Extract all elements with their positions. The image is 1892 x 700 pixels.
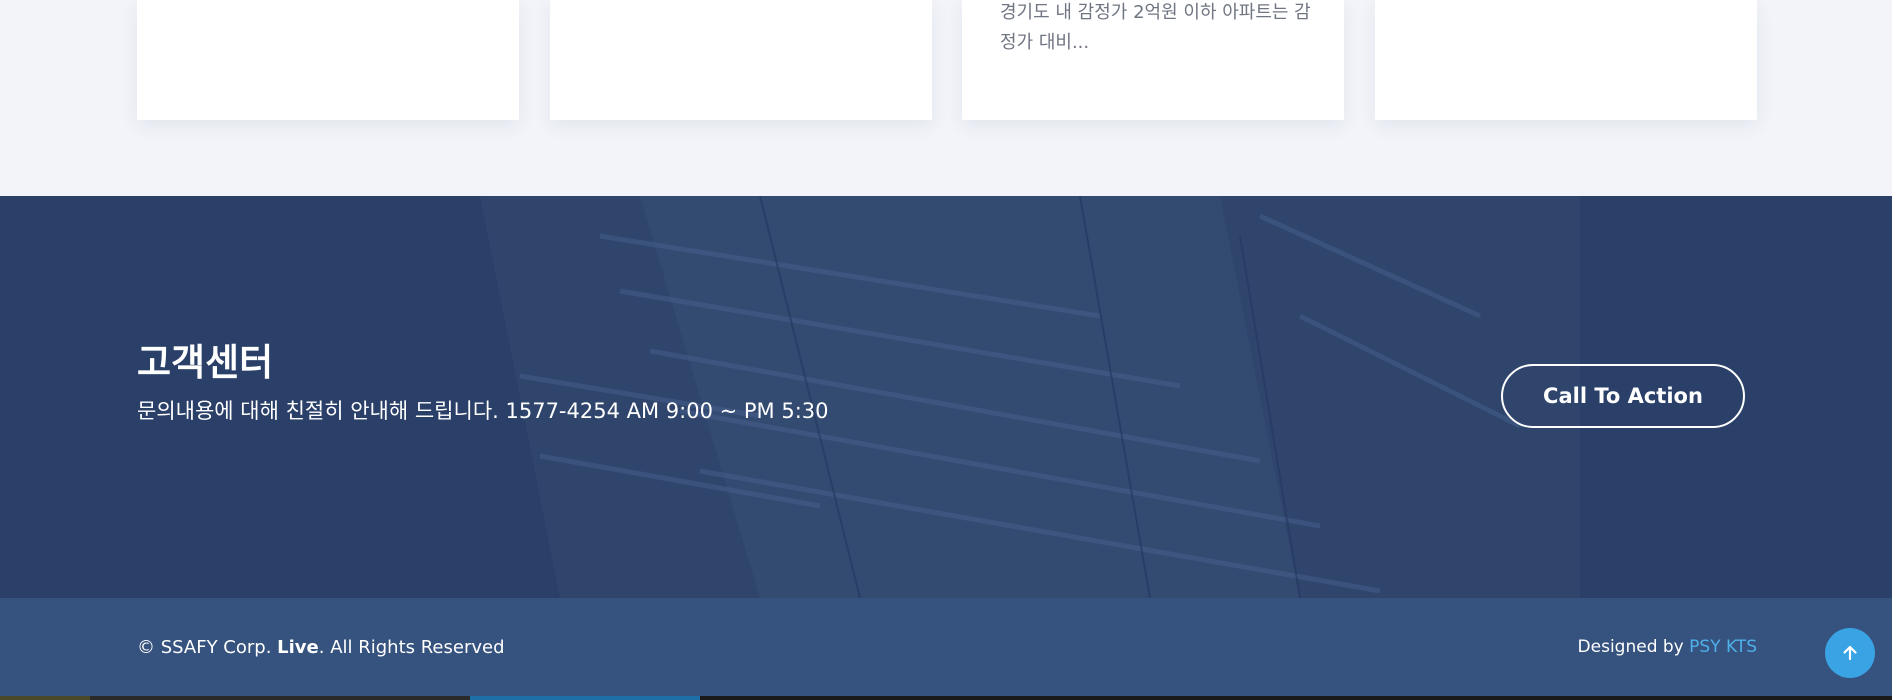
taskbar-strip bbox=[0, 696, 1892, 700]
news-card[interactable] bbox=[1375, 0, 1757, 120]
copyright: © SSAFY Corp. Live. All Rights Reserved bbox=[137, 636, 505, 660]
cta-section: 고객센터 문의내용에 대해 친절히 안내해 드립니다. 1577-4254 AM… bbox=[0, 196, 1892, 598]
copyright-brand: Live bbox=[277, 637, 319, 658]
footer: © SSAFY Corp. Live. All Rights Reserved … bbox=[0, 598, 1892, 700]
copyright-suffix: . All Rights Reserved bbox=[318, 637, 505, 658]
credits: Designed by PSY KTS bbox=[1578, 635, 1757, 659]
call-to-action-button[interactable]: Call To Action bbox=[1501, 364, 1745, 428]
designed-by-label: Designed by bbox=[1577, 637, 1690, 657]
card-excerpt: 경기도 내 감정가 2억원 이하 아파트는 감정가 대비... bbox=[1000, 2, 1311, 53]
designer-link[interactable]: PSY KTS bbox=[1689, 637, 1757, 657]
news-card[interactable]: 경기도 내 감정가 2억원 이하 아파트는 감정가 대비... bbox=[962, 0, 1344, 120]
news-cards-section: 경기도 내 감정가 2억원 이하 아파트는 감정가 대비... bbox=[0, 0, 1892, 196]
back-to-top-button[interactable] bbox=[1825, 628, 1875, 678]
copyright-prefix: © SSAFY Corp. bbox=[137, 637, 278, 658]
news-card[interactable] bbox=[550, 0, 932, 120]
arrow-up-icon bbox=[1843, 645, 1857, 661]
cta-title: 고객센터 bbox=[137, 341, 274, 384]
cta-description: 문의내용에 대해 친절히 안내해 드립니다. 1577-4254 AM 9:00… bbox=[137, 399, 829, 423]
news-card[interactable] bbox=[137, 0, 519, 120]
